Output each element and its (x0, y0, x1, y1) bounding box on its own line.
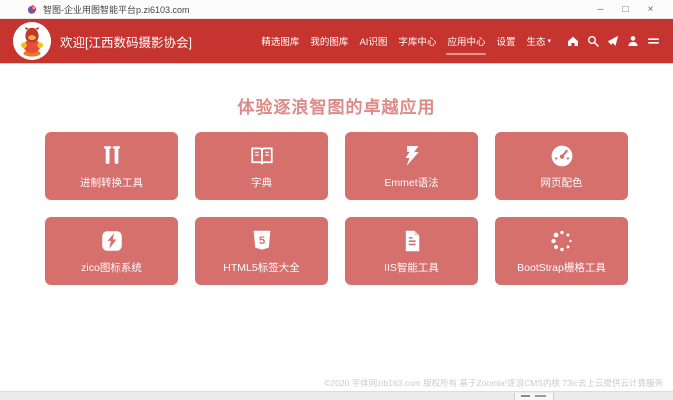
browser-titlebar: 智图-企业用图智能平台p.zi6103.com – □ × (0, 0, 673, 19)
search-icon[interactable] (587, 35, 599, 47)
close-button[interactable]: × (638, 1, 663, 18)
nav-item[interactable]: 精选图库 (260, 29, 300, 53)
chevron-down-icon: ▾ (547, 38, 551, 45)
nav-item-label: 生态 (526, 34, 545, 48)
app-card[interactable]: 进制转换工具 (45, 132, 178, 200)
app-card[interactable]: BootStrap栅格工具 (495, 217, 628, 285)
navbar: 欢迎[江西数码摄影协会] 精选图库 我的图库 AI识图 字库中心 (0, 19, 673, 63)
nav-item[interactable]: 应用中心 (446, 29, 486, 53)
nav-item[interactable]: 字库中心 (397, 29, 437, 53)
app-card-label: zico图标系统 (81, 260, 142, 275)
taskbar-fragment (514, 393, 554, 400)
browser-tab[interactable]: 智图-企业用图智能平台p.zi6103.com (0, 3, 190, 16)
user-icon[interactable] (627, 35, 639, 47)
html5-icon: 5 (249, 228, 275, 254)
app-card-label: 网页配色 (541, 175, 583, 190)
home-icon[interactable] (567, 35, 579, 47)
app-card[interactable]: IIS智能工具 (345, 217, 478, 285)
app-card-label: Emmet语法 (384, 175, 438, 190)
window-controls: – □ × (588, 1, 663, 18)
nav-item-label: 我的图库 (310, 34, 348, 48)
favicon-icon (27, 4, 38, 15)
nav-item-label: 字库中心 (398, 34, 436, 48)
app-card[interactable]: 网页配色 (495, 132, 628, 200)
book-icon (249, 143, 275, 169)
app-card-label: HTML5标签大全 (223, 260, 299, 275)
nav-item[interactable]: 我的图库 (309, 29, 349, 53)
logo-avatar[interactable] (13, 22, 51, 60)
copyright-text: ©2020 字体网zib163.com 版权所有 基于Zoomla!逐浪CMS内… (324, 377, 663, 389)
app-card[interactable]: 字典 (195, 132, 328, 200)
nav-item-label: AI识图 (359, 34, 387, 48)
gauge-icon (549, 143, 575, 169)
test-tubes-icon (99, 143, 125, 169)
page-title: 体验逐浪智图的卓越应用 (0, 63, 673, 118)
nav-item-label: 精选图库 (261, 34, 299, 48)
window-bottom-edge (0, 391, 673, 400)
app-card[interactable]: zico图标系统 (45, 217, 178, 285)
menu-icon[interactable] (647, 35, 660, 47)
app-card-label: BootStrap栅格工具 (517, 260, 606, 275)
document-icon (399, 228, 425, 254)
send-icon[interactable] (607, 35, 619, 47)
nav-item[interactable]: 生态 ▾ (525, 29, 552, 53)
spinner-icon (549, 228, 575, 254)
nav-menu: 精选图库 我的图库 AI识图 字库中心 应用中心 (260, 29, 552, 53)
nav-item[interactable]: AI识图 (358, 29, 388, 53)
nav-item-label: 设置 (496, 34, 515, 48)
app-card-grid: 进制转换工具 字典 Emmet语法 网页配色 zico图标系统 5 HTML5标… (45, 132, 628, 285)
app-card[interactable]: Emmet语法 (345, 132, 478, 200)
nav-item-label: 应用中心 (447, 34, 485, 48)
emmet-icon (399, 143, 425, 169)
app-card[interactable]: 5 HTML5标签大全 (195, 217, 328, 285)
app-card-label: IIS智能工具 (384, 260, 439, 275)
welcome-text: 欢迎[江西数码摄影协会] (60, 32, 192, 51)
minimize-button[interactable]: – (588, 1, 613, 18)
maximize-button[interactable]: □ (613, 1, 638, 18)
app-card-label: 进制转换工具 (80, 175, 143, 190)
zico-icon (99, 228, 125, 254)
svg-text:5: 5 (258, 235, 264, 247)
tab-title: 智图-企业用图智能平台p.zi6103.com (43, 3, 190, 16)
mascot-icon (13, 22, 51, 60)
nav-item[interactable]: 设置 (495, 29, 516, 53)
navbar-action-icons (567, 35, 660, 47)
app-card-label: 字典 (251, 175, 272, 190)
